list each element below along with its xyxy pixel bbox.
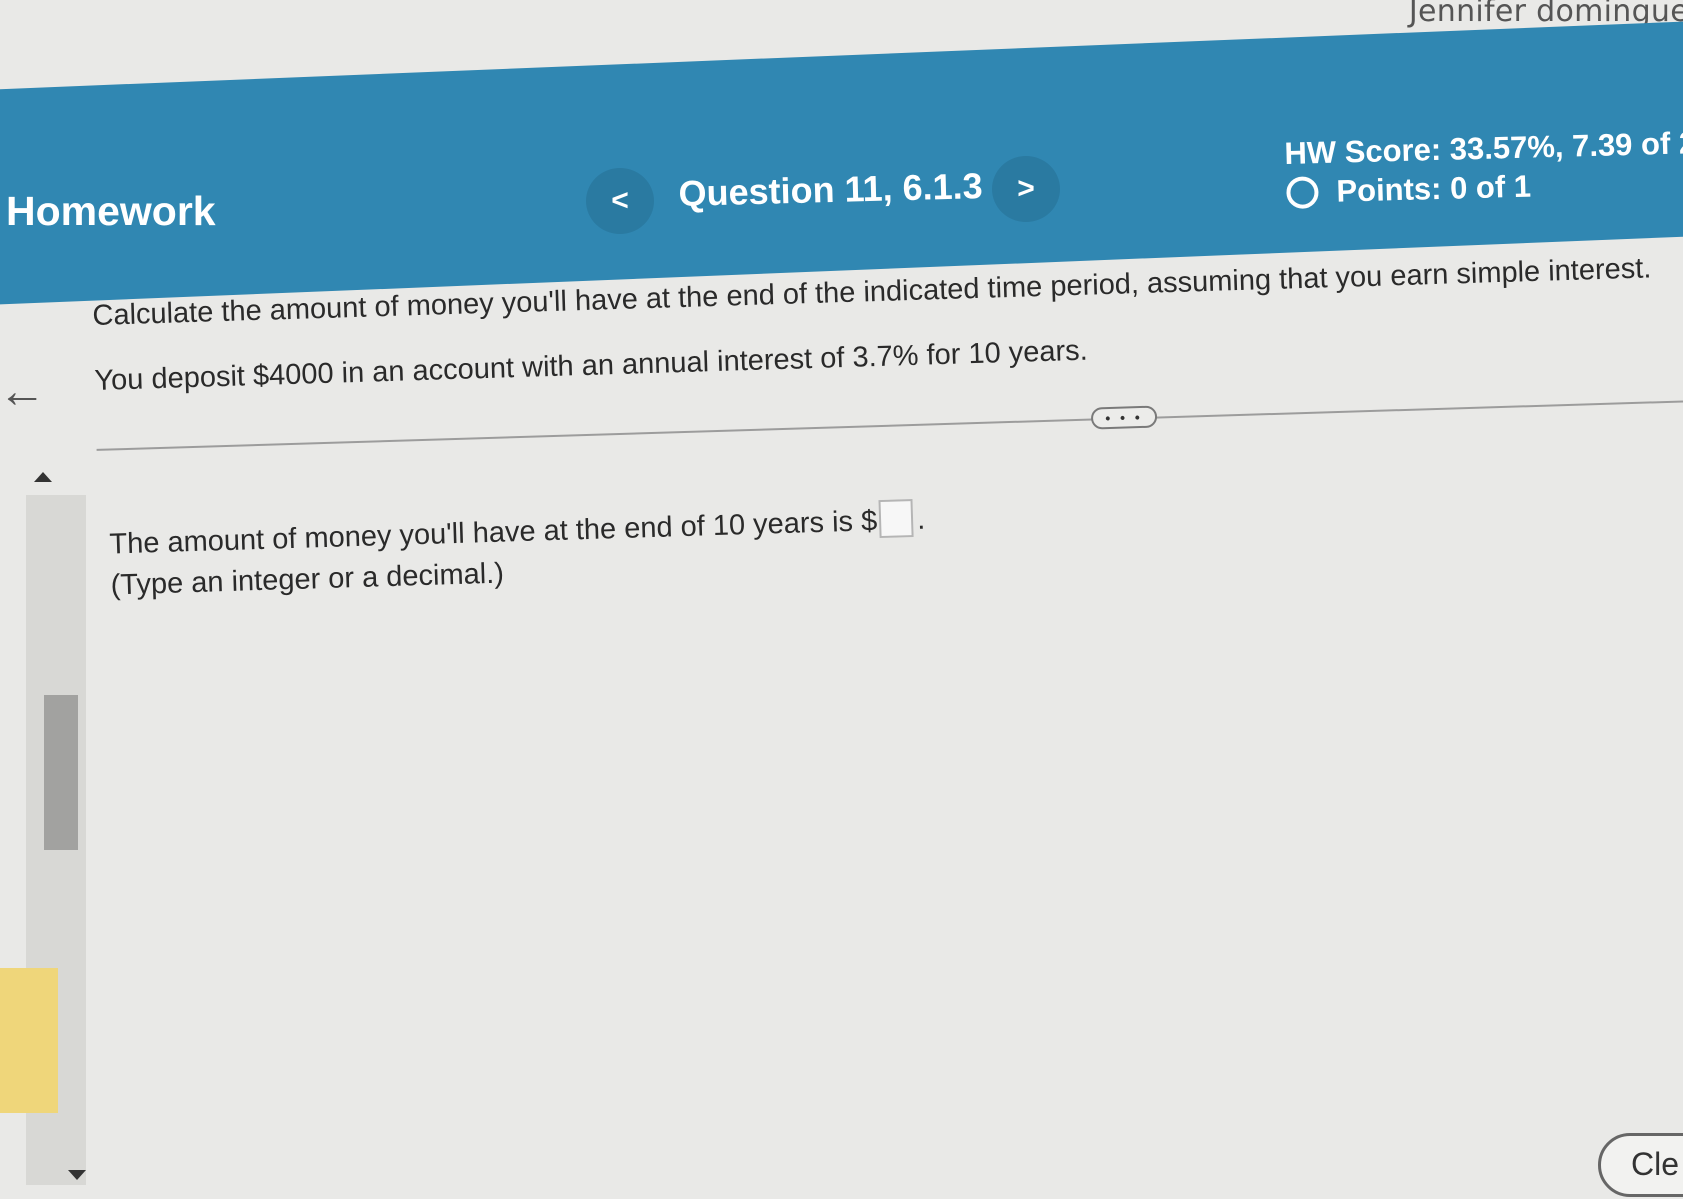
points-circle-icon [1286,176,1319,209]
question-detail: You deposit $4000 in an account with an … [93,334,1089,397]
chevron-right-icon: > [1017,172,1035,205]
scroll-up-icon[interactable] [34,472,52,482]
answer-suffix: . [916,503,926,536]
points-text: Points: 0 of 1 [1335,168,1532,209]
chevron-left-icon: < [611,184,629,217]
back-arrow-icon[interactable]: ← [0,368,46,416]
expand-more-button[interactable]: • • • [1090,405,1158,430]
page: Jennifer domingue Homework < Question 11… [0,0,1683,1199]
homework-title: Homework [6,188,216,234]
scrollbar-thumb[interactable] [44,695,78,850]
question-label: Question 11, 6.1.3 [678,165,984,214]
clear-all-button[interactable]: Cle [1598,1133,1683,1197]
answer-input[interactable] [878,499,914,539]
next-question-button[interactable]: > [992,156,1060,222]
divider-line [96,399,1683,451]
side-tab [0,968,58,1113]
section-divider: • • • [96,389,1683,462]
points-status: Points: 0 of 1 [1286,169,1531,211]
scroll-down-icon[interactable] [68,1170,86,1180]
question-content: Calculate the amount of money you'll hav… [92,251,1683,603]
previous-question-button[interactable]: < [586,168,654,234]
